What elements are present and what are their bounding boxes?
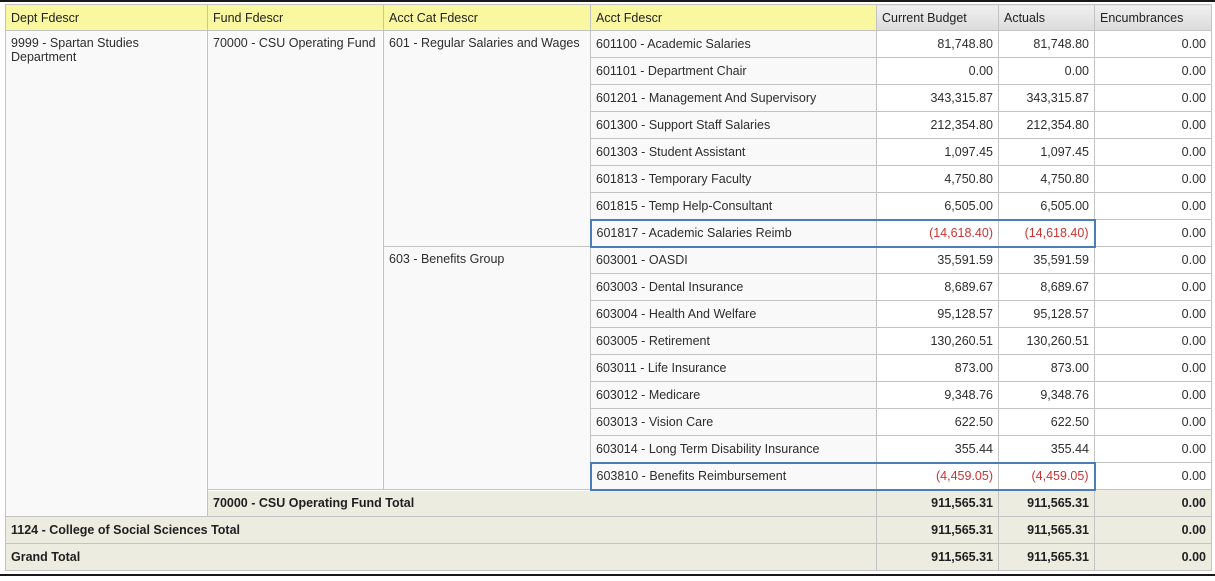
encumbrances-cell[interactable]: 0.00 <box>1095 112 1212 139</box>
actuals-cell[interactable]: 130,260.51 <box>999 328 1095 355</box>
encumbrances-cell[interactable]: 0.00 <box>1095 31 1212 58</box>
acct-cell-highlighted[interactable]: 603810 - Benefits Reimbursement <box>591 463 877 490</box>
bottom-divider <box>0 574 1215 576</box>
current-budget-cell-negative[interactable]: (4,459.05) <box>877 463 999 490</box>
encumbrances-cell[interactable]: 0.00 <box>1095 274 1212 301</box>
actuals-cell-negative[interactable]: (4,459.05) <box>999 463 1095 490</box>
actuals-cell-negative[interactable]: (14,618.40) <box>999 220 1095 247</box>
grand-total-encumbrances[interactable]: 0.00 <box>1095 544 1212 571</box>
acct-cell[interactable]: 603004 - Health And Welfare <box>591 301 877 328</box>
fund-cell[interactable]: 70000 - CSU Operating Fund <box>208 31 384 490</box>
fund-total-label[interactable]: 70000 - CSU Operating Fund Total <box>208 490 877 517</box>
current-budget-cell[interactable]: 9,348.76 <box>877 382 999 409</box>
table-row: 9999 - Spartan Studies Department 70000 … <box>6 31 1212 58</box>
acct-cell[interactable]: 603005 - Retirement <box>591 328 877 355</box>
acct-cell[interactable]: 601303 - Student Assistant <box>591 139 877 166</box>
col-header-acct-cat-fdescr[interactable]: Acct Cat Fdescr <box>384 5 591 31</box>
actuals-cell[interactable]: 622.50 <box>999 409 1095 436</box>
grand-total-current-budget[interactable]: 911,565.31 <box>877 544 999 571</box>
actuals-cell[interactable]: 343,315.87 <box>999 85 1095 112</box>
actuals-cell[interactable]: 1,097.45 <box>999 139 1095 166</box>
col-header-acct-fdescr[interactable]: Acct Fdescr <box>591 5 877 31</box>
actuals-cell[interactable]: 95,128.57 <box>999 301 1095 328</box>
encumbrances-cell[interactable]: 0.00 <box>1095 355 1212 382</box>
acct-cell[interactable]: 603001 - OASDI <box>591 247 877 274</box>
col-header-actuals[interactable]: Actuals <box>999 5 1095 31</box>
acct-cell[interactable]: 603012 - Medicare <box>591 382 877 409</box>
college-total-label[interactable]: 1124 - College of Social Sciences Total <box>6 517 877 544</box>
current-budget-cell[interactable]: 81,748.80 <box>877 31 999 58</box>
current-budget-cell[interactable]: 8,689.67 <box>877 274 999 301</box>
college-total-row: 1124 - College of Social Sciences Total … <box>6 517 1212 544</box>
grand-total-row: Grand Total 911,565.31 911,565.31 0.00 <box>6 544 1212 571</box>
current-budget-cell[interactable]: 212,354.80 <box>877 112 999 139</box>
acct-cell[interactable]: 601813 - Temporary Faculty <box>591 166 877 193</box>
encumbrances-cell[interactable]: 0.00 <box>1095 382 1212 409</box>
grand-total-label[interactable]: Grand Total <box>6 544 877 571</box>
encumbrances-cell[interactable]: 0.00 <box>1095 139 1212 166</box>
acct-cell[interactable]: 603013 - Vision Care <box>591 409 877 436</box>
college-total-actuals[interactable]: 911,565.31 <box>999 517 1095 544</box>
top-divider <box>0 0 1215 2</box>
actuals-cell[interactable]: 8,689.67 <box>999 274 1095 301</box>
current-budget-cell[interactable]: 130,260.51 <box>877 328 999 355</box>
header-row: Dept Fdescr Fund Fdescr Acct Cat Fdescr … <box>6 5 1212 31</box>
current-budget-cell[interactable]: 355.44 <box>877 436 999 463</box>
encumbrances-cell[interactable]: 0.00 <box>1095 166 1212 193</box>
fund-total-current-budget[interactable]: 911,565.31 <box>877 490 999 517</box>
current-budget-cell[interactable]: 1,097.45 <box>877 139 999 166</box>
acct-cell[interactable]: 603003 - Dental Insurance <box>591 274 877 301</box>
budget-pivot-table: Dept Fdescr Fund Fdescr Acct Cat Fdescr … <box>5 4 1212 571</box>
acct-cell[interactable]: 603014 - Long Term Disability Insurance <box>591 436 877 463</box>
fund-total-encumbrances[interactable]: 0.00 <box>1095 490 1212 517</box>
actuals-cell[interactable]: 212,354.80 <box>999 112 1095 139</box>
actuals-cell[interactable]: 0.00 <box>999 58 1095 85</box>
encumbrances-cell[interactable]: 0.00 <box>1095 328 1212 355</box>
current-budget-cell[interactable]: 343,315.87 <box>877 85 999 112</box>
acct-cell-highlighted[interactable]: 601817 - Academic Salaries Reimb <box>591 220 877 247</box>
current-budget-cell[interactable]: 0.00 <box>877 58 999 85</box>
encumbrances-cell[interactable]: 0.00 <box>1095 58 1212 85</box>
current-budget-cell-negative[interactable]: (14,618.40) <box>877 220 999 247</box>
encumbrances-cell[interactable]: 0.00 <box>1095 247 1212 274</box>
col-header-fund-fdescr[interactable]: Fund Fdescr <box>208 5 384 31</box>
actuals-cell[interactable]: 81,748.80 <box>999 31 1095 58</box>
encumbrances-cell[interactable]: 0.00 <box>1095 193 1212 220</box>
actuals-cell[interactable]: 6,505.00 <box>999 193 1095 220</box>
actuals-cell[interactable]: 4,750.80 <box>999 166 1095 193</box>
encumbrances-cell[interactable]: 0.00 <box>1095 85 1212 112</box>
grand-total-actuals[interactable]: 911,565.31 <box>999 544 1095 571</box>
col-header-encumbrances[interactable]: Encumbrances <box>1095 5 1212 31</box>
current-budget-cell[interactable]: 6,505.00 <box>877 193 999 220</box>
college-total-current-budget[interactable]: 911,565.31 <box>877 517 999 544</box>
current-budget-cell[interactable]: 95,128.57 <box>877 301 999 328</box>
acct-cell[interactable]: 601815 - Temp Help-Consultant <box>591 193 877 220</box>
acct-cell[interactable]: 601101 - Department Chair <box>591 58 877 85</box>
actuals-cell[interactable]: 355.44 <box>999 436 1095 463</box>
actuals-cell[interactable]: 873.00 <box>999 355 1095 382</box>
acct-cell[interactable]: 601300 - Support Staff Salaries <box>591 112 877 139</box>
actuals-cell[interactable]: 9,348.76 <box>999 382 1095 409</box>
acct-cell[interactable]: 603011 - Life Insurance <box>591 355 877 382</box>
actuals-cell[interactable]: 35,591.59 <box>999 247 1095 274</box>
current-budget-cell[interactable]: 4,750.80 <box>877 166 999 193</box>
current-budget-cell[interactable]: 873.00 <box>877 355 999 382</box>
encumbrances-cell[interactable]: 0.00 <box>1095 463 1212 490</box>
acct-cell[interactable]: 601100 - Academic Salaries <box>591 31 877 58</box>
encumbrances-cell[interactable]: 0.00 <box>1095 301 1212 328</box>
col-header-current-budget[interactable]: Current Budget <box>877 5 999 31</box>
current-budget-cell[interactable]: 622.50 <box>877 409 999 436</box>
encumbrances-cell[interactable]: 0.00 <box>1095 220 1212 247</box>
acct-cat-cell[interactable]: 601 - Regular Salaries and Wages <box>384 31 591 247</box>
acct-cell[interactable]: 601201 - Management And Supervisory <box>591 85 877 112</box>
fund-total-actuals[interactable]: 911,565.31 <box>999 490 1095 517</box>
encumbrances-cell[interactable]: 0.00 <box>1095 409 1212 436</box>
col-header-dept-fdescr[interactable]: Dept Fdescr <box>6 5 208 31</box>
college-total-encumbrances[interactable]: 0.00 <box>1095 517 1212 544</box>
encumbrances-cell[interactable]: 0.00 <box>1095 436 1212 463</box>
acct-cat-cell[interactable]: 603 - Benefits Group <box>384 247 591 490</box>
current-budget-cell[interactable]: 35,591.59 <box>877 247 999 274</box>
dept-cell[interactable]: 9999 - Spartan Studies Department <box>6 31 208 517</box>
